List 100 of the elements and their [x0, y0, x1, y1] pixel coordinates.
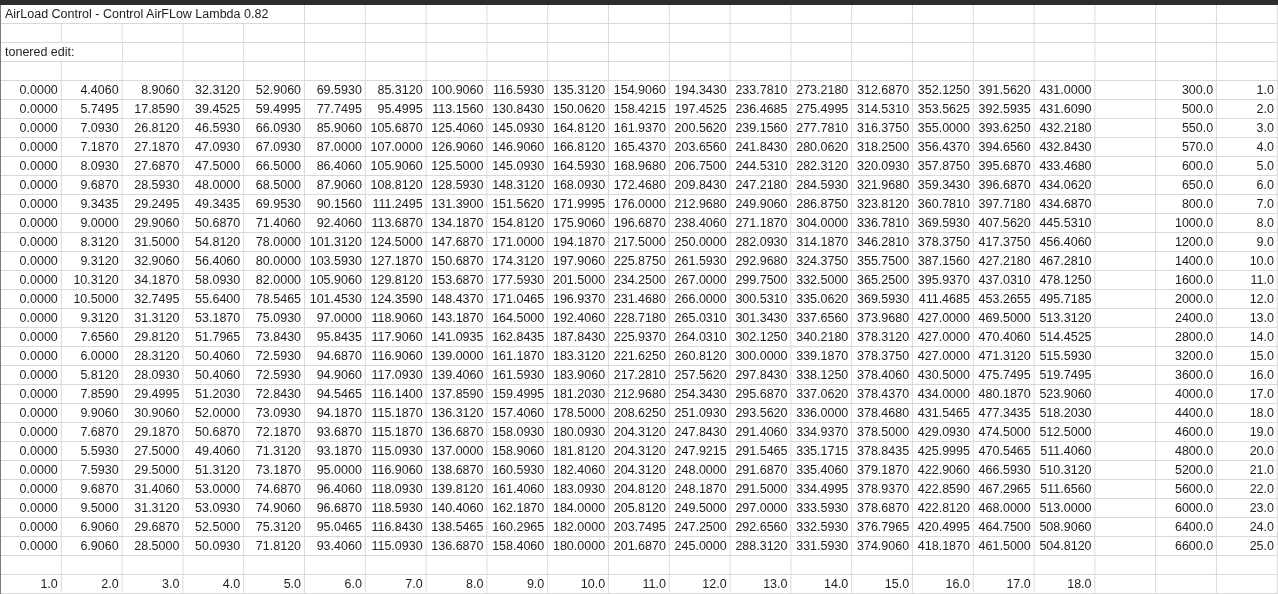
table-cell-text: 432.8430 [1038, 139, 1093, 156]
table-cell-text: 427.0000 [916, 310, 971, 327]
table-cell-text: 265.0310 [673, 310, 728, 327]
table-cell-text: 2.0 [100, 576, 120, 593]
table-cell-text: 395.6870 [977, 158, 1032, 175]
table-cell-text: 17.0 [1005, 576, 1032, 593]
table-cell-text: 4800.0 [1173, 443, 1215, 460]
table-cell-text: 271.1870 [734, 215, 789, 232]
table-cell-text: 3.0 [161, 576, 181, 593]
table-cell-text: 178.5000 [551, 405, 607, 422]
table-cell-text: 117.0930 [370, 367, 424, 384]
table-cell-text: 50.4060 [194, 348, 242, 365]
table-cell-text: 30.9060 [133, 405, 181, 422]
table-cell-text: 161.5930 [491, 367, 546, 384]
table-cell-text: 147.6870 [430, 234, 485, 251]
table-cell-text: 247.9215 [673, 443, 728, 460]
table-cell-text: 800.0 [1180, 196, 1215, 213]
table-cell-text: 244.5310 [734, 158, 789, 175]
table-cell-text: 31.4060 [133, 481, 181, 498]
table-cell-text: 73.0930 [254, 405, 303, 422]
table-cell-text: 513.3120 [1038, 310, 1093, 327]
table-cell-text: 50.6870 [194, 215, 242, 232]
table-cell-text: 356.4370 [916, 139, 971, 156]
table-cell-text: 11.0 [641, 576, 667, 593]
table-cell-text: 94.1870 [315, 405, 363, 422]
table-cell-text: 318.2500 [856, 139, 911, 156]
table-cell-text: 378.3750 [856, 348, 911, 365]
table-cell-text: 275.4995 [795, 101, 850, 118]
table-cell-text: 94.6870 [315, 348, 363, 365]
table-cell-text: 504.8120 [1038, 538, 1093, 555]
table-cell-text: 7.6870 [79, 424, 120, 441]
table-cell-text: 166.8120 [551, 139, 607, 156]
table-cell-text: 249.5000 [673, 500, 728, 517]
table-cell-text: 474.5000 [977, 424, 1032, 441]
table-cell-text: 355.0000 [916, 120, 971, 137]
table-cell-text: 124.3590 [369, 291, 424, 308]
table-cell-text: 148.3120 [491, 177, 546, 194]
table-cell-text: 0.0000 [18, 500, 59, 517]
table-cell-text: 111.2495 [371, 196, 424, 213]
table-cell-text: 32.3120 [194, 82, 242, 99]
table-cell-text: 157.4060 [491, 405, 546, 422]
table-cell-text: 208.6250 [612, 405, 667, 422]
table-cell-text: 431.6090 [1038, 101, 1093, 118]
table-cell-text: 161.4060 [491, 481, 546, 498]
table-cell-text: 5.5930 [79, 443, 120, 460]
table-cell-text: 182.0000 [551, 519, 607, 536]
table-cell-text: 300.0000 [734, 348, 789, 365]
table-cell-text: 5.0 [282, 576, 303, 593]
table-cell-text: 288.3120 [734, 538, 789, 555]
table-cell-text: 247.2180 [734, 177, 789, 194]
table-cell-text: 339.1870 [795, 348, 850, 365]
table-cell-text: 115.0930 [370, 538, 424, 555]
table-cell-text: 92.4060 [315, 215, 363, 232]
table-cell-text: 96.6870 [315, 500, 363, 517]
table-cell-text: 495.7185 [1038, 291, 1093, 308]
table-cell-text: 304.0000 [795, 215, 850, 232]
table-cell-text: 2800.0 [1173, 329, 1215, 346]
table-cell-text: 151.5620 [491, 196, 546, 213]
table-cell-text: 15.0 [1248, 348, 1275, 365]
table-cell-text: 4.0 [221, 576, 242, 593]
table-cell-text: 1000.0 [1173, 215, 1215, 232]
table-cell-text: 302.1250 [734, 329, 789, 346]
table-cell-text: 78.5465 [254, 291, 303, 308]
table-cell-text: 136.6870 [430, 538, 485, 555]
table-cell-text: 150.0620 [551, 101, 607, 118]
table-cell-text: 355.7500 [856, 253, 911, 270]
table-cell-text: 0.0000 [18, 234, 59, 251]
table-cell-text: 130.8430 [491, 101, 546, 118]
table-cell-text: 73.8430 [254, 329, 303, 346]
table-cell-text: 257.5620 [673, 367, 728, 384]
table-cell-text: 512.5000 [1038, 424, 1093, 441]
table-cell-text: 103.5930 [308, 253, 363, 270]
table-cell-text: 113.1560 [431, 101, 485, 118]
table-cell-text: 93.1870 [315, 443, 363, 460]
table-cell-text: 95.0465 [315, 519, 363, 536]
table-cell-text: 116.9060 [370, 462, 424, 479]
table-cell-text: 53.0000 [194, 481, 242, 498]
table-cell-text: 378.9370 [856, 481, 911, 498]
table-cell-text: 352.1250 [916, 82, 971, 99]
table-cell-text: 250.0000 [673, 234, 728, 251]
table-cell-text: 261.5930 [673, 253, 728, 270]
table-cell-text: 396.6870 [977, 177, 1032, 194]
table-cell-text: 273.2180 [795, 82, 850, 99]
table-cell-text: 1400.0 [1173, 253, 1215, 270]
table-cell-text: 71.4060 [254, 215, 303, 232]
table-cell-text: 0.0000 [18, 272, 59, 289]
table-cell-text: 314.5310 [856, 101, 911, 118]
table-cell-text: 4000.0 [1173, 386, 1215, 403]
table-cell-text: 115.1870 [370, 424, 424, 441]
table-cell-text: 72.5930 [254, 367, 303, 384]
table-cell-text: 11.0 [1249, 272, 1275, 289]
table-cell-text: 175.9060 [551, 215, 607, 232]
table-cell-text: 514.4525 [1038, 329, 1093, 346]
table-cell-text: 28.0930 [133, 367, 181, 384]
table-cell-text: 346.2810 [856, 234, 911, 251]
table-cell-text: 316.3750 [856, 120, 911, 137]
table-cell-text: 427.0000 [916, 348, 971, 365]
table-cell-text: 7.0930 [79, 120, 120, 137]
table-cell-text: 46.5930 [194, 120, 242, 137]
table-cell-text: 206.7500 [673, 158, 728, 175]
